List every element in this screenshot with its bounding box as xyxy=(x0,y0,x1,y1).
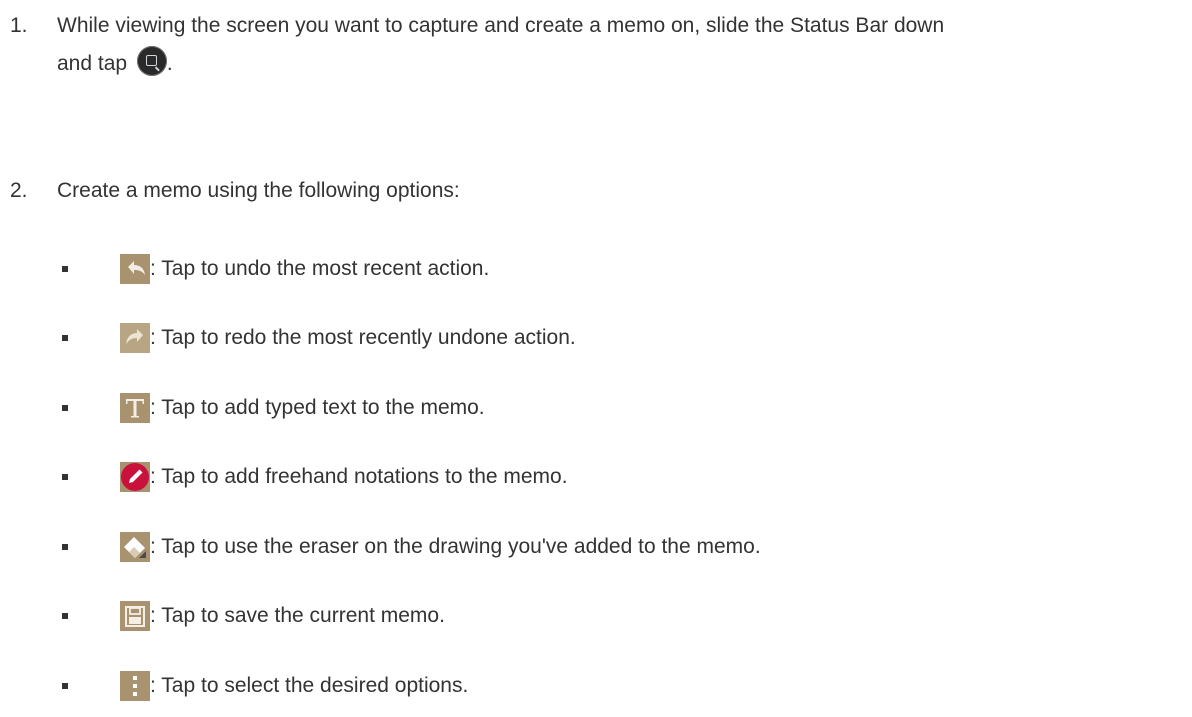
list-item: : Tap to add typed text to the memo. xyxy=(0,389,1192,427)
list-item: : Tap to redo the most recently undone a… xyxy=(0,319,1192,357)
text-icon xyxy=(120,393,150,423)
option-text: : Tap to undo the most recent action. xyxy=(150,257,490,280)
option-text: : Tap to use the eraser on the drawing y… xyxy=(150,535,761,558)
step-text: While viewing the screen you want to cap… xyxy=(57,7,1182,83)
bullet-marker xyxy=(62,544,68,550)
step-text-line1: While viewing the screen you want to cap… xyxy=(57,14,945,37)
option-text: : Tap to save the current memo. xyxy=(150,604,445,627)
option-text: : Tap to add typed text to the memo. xyxy=(150,396,485,419)
undo-icon xyxy=(120,254,150,284)
option-text: : Tap to add freehand notations to the m… xyxy=(150,465,568,488)
pen-icon xyxy=(120,462,150,492)
list-item: : Tap to save the current memo. xyxy=(0,597,1192,635)
bullet-marker xyxy=(62,266,68,272)
list-item: : Tap to undo the most recent action. xyxy=(0,250,1192,288)
bullet-marker xyxy=(62,405,68,411)
step-number: 2. xyxy=(10,179,28,202)
save-icon xyxy=(120,601,150,631)
step-text-line2: and tap xyxy=(57,52,128,75)
list-item: : Tap to use the eraser on the drawing y… xyxy=(0,528,1192,566)
bullet-marker xyxy=(62,335,68,341)
bullet-marker xyxy=(62,474,68,480)
list-item: : Tap to add freehand notations to the m… xyxy=(0,458,1192,496)
step-text: Create a memo using the following option… xyxy=(57,179,460,202)
eraser-icon xyxy=(120,532,150,562)
option-text: : Tap to select the desired options. xyxy=(150,674,469,697)
redo-icon xyxy=(120,323,150,353)
bullet-marker xyxy=(62,613,68,619)
list-item: : Tap to select the desired options. xyxy=(0,667,1192,705)
bullet-marker xyxy=(62,683,68,689)
option-text: : Tap to redo the most recently undone a… xyxy=(150,326,576,349)
more-options-icon xyxy=(120,671,150,701)
step-text-period: . xyxy=(166,52,173,75)
step-number: 1. xyxy=(10,14,28,37)
capture-memo-icon xyxy=(136,46,167,76)
